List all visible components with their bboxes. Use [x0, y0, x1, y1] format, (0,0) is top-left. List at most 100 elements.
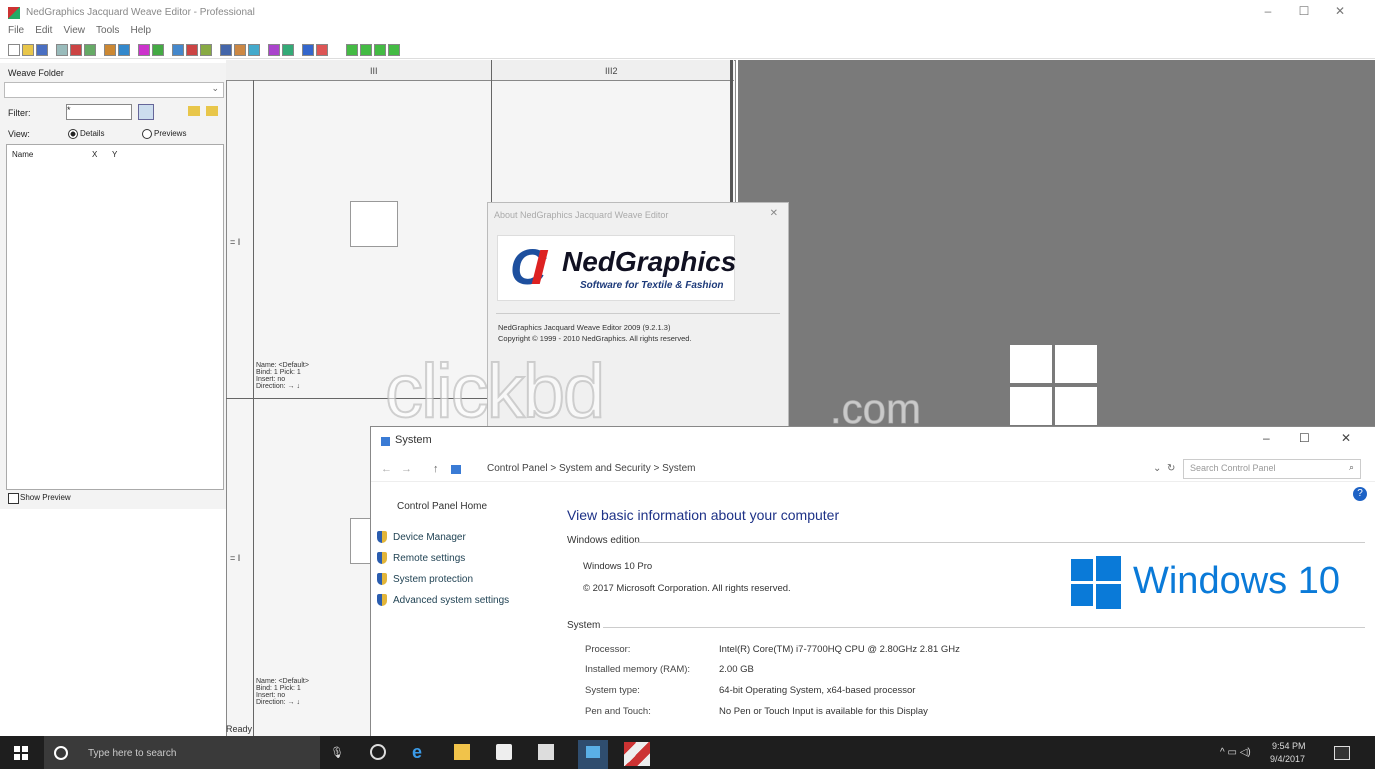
details-radio[interactable] — [68, 129, 78, 139]
microphone-icon[interactable]: 🎙 — [330, 746, 344, 759]
help-icon[interactable]: ? — [1353, 487, 1367, 501]
notification-icon[interactable] — [1334, 746, 1350, 760]
tool-icon[interactable] — [316, 44, 328, 56]
clock-time[interactable]: 9:54 PM — [1272, 741, 1306, 751]
weave-info-line: Direction: → ↓ — [256, 383, 300, 390]
search-control-panel-input[interactable]: Search Control Panel ⌕ — [1183, 459, 1361, 479]
folder-dropdown[interactable]: ⌄ — [4, 82, 224, 98]
save-icon[interactable] — [36, 44, 48, 56]
tool-icon[interactable] — [268, 44, 280, 56]
breadcrumb-control-panel[interactable]: Control Panel — [487, 463, 548, 474]
refresh-icon[interactable]: ↻ — [1167, 463, 1175, 474]
nedgraphics-taskbar-icon[interactable] — [624, 742, 650, 766]
tool-icon[interactable] — [346, 44, 358, 56]
system-minimize-button[interactable]: – — [1263, 431, 1270, 445]
logo-subtitle: Software for Textile & Fashion — [580, 280, 724, 291]
weave-info-line: Insert: no — [256, 692, 286, 699]
processor-value: Intel(R) Core(TM) i7-7700HQ CPU @ 2.80GH… — [719, 644, 960, 655]
forward-arrow-icon[interactable]: → — [401, 463, 412, 475]
windows-logo-pane — [1096, 584, 1121, 609]
menu-help[interactable]: Help — [130, 25, 151, 36]
col-y-header[interactable]: Y — [112, 150, 117, 159]
system-tray-icons[interactable]: ^ ▭ ◁) — [1220, 747, 1251, 758]
copy-icon[interactable] — [84, 44, 96, 56]
new-icon[interactable] — [8, 44, 20, 56]
menu-edit[interactable]: Edit — [35, 25, 52, 36]
control-panel-home-link[interactable]: Control Panel Home — [397, 501, 487, 512]
taskbar-search-input[interactable]: Type here to search 🎙 — [44, 736, 344, 769]
print-icon[interactable] — [56, 44, 68, 56]
search-icon — [54, 746, 68, 760]
system-maximize-button[interactable]: ☐ — [1299, 431, 1310, 445]
weave-info-line: Insert: no — [256, 376, 286, 383]
open-icon[interactable] — [22, 44, 34, 56]
clock-date[interactable]: 9/4/2017 — [1270, 754, 1305, 764]
device-manager-link[interactable]: Device Manager — [393, 532, 466, 543]
nedgraphics-app-icon — [8, 7, 20, 19]
tool-icon[interactable] — [374, 44, 386, 56]
apply-filter-icon[interactable] — [138, 104, 154, 120]
breadcrumb-separator: > — [653, 463, 663, 474]
memory-label: Installed memory (RAM): — [585, 664, 691, 675]
cut-icon[interactable] — [70, 44, 82, 56]
weave-file-list[interactable] — [6, 144, 224, 490]
weave-info-line: Bind: 1 Pick: 1 — [256, 369, 301, 376]
up-arrow-icon[interactable]: ↑ — [433, 463, 439, 475]
divider — [635, 542, 1365, 543]
tool-icon[interactable] — [172, 44, 184, 56]
tool-icon[interactable] — [138, 44, 150, 56]
start-button[interactable] — [14, 746, 28, 760]
tool-icon[interactable] — [118, 44, 130, 56]
menu-file[interactable]: File — [8, 25, 24, 36]
control-panel-taskbar-icon[interactable] — [578, 740, 608, 769]
advanced-system-settings-link[interactable]: Advanced system settings — [393, 595, 509, 606]
col-name-header[interactable]: Name — [12, 150, 33, 159]
edge-browser-icon[interactable]: e — [412, 743, 428, 761]
maximize-button[interactable]: ☐ — [1286, 4, 1322, 22]
microsoft-copyright: © 2017 Microsoft Corporation. All rights… — [583, 583, 791, 594]
weave-info-line: Name: <Default> — [256, 362, 309, 369]
menu-view[interactable]: View — [63, 25, 85, 36]
tool-icon[interactable] — [360, 44, 372, 56]
control-panel-icon — [451, 465, 461, 474]
pen-touch-value: No Pen or Touch Input is available for t… — [719, 706, 928, 717]
grid-column-header — [226, 60, 734, 81]
previews-radio[interactable] — [142, 129, 152, 139]
tool-icon[interactable] — [220, 44, 232, 56]
folder-icon[interactable] — [188, 106, 200, 116]
weave-pattern-cell[interactable] — [350, 201, 398, 247]
system-protection-link[interactable]: System protection — [393, 574, 473, 585]
chevron-down-icon[interactable]: ⌄ — [1153, 463, 1161, 474]
close-button[interactable]: ✕ — [1322, 4, 1358, 22]
tool-icon[interactable] — [104, 44, 116, 56]
mail-icon[interactable] — [538, 744, 554, 760]
details-label: Details — [80, 129, 105, 138]
tool-icon[interactable] — [152, 44, 164, 56]
tool-icon[interactable] — [302, 44, 314, 56]
tool-icon[interactable] — [200, 44, 212, 56]
store-icon[interactable] — [496, 744, 512, 760]
search-placeholder: Search Control Panel — [1190, 463, 1276, 473]
tool-icon[interactable] — [388, 44, 400, 56]
minimize-button[interactable]: – — [1250, 4, 1286, 22]
tool-icon[interactable] — [248, 44, 260, 56]
breadcrumb-system[interactable]: System — [662, 463, 695, 474]
menu-tools[interactable]: Tools — [96, 25, 119, 36]
divider — [496, 313, 780, 314]
remote-settings-link[interactable]: Remote settings — [393, 553, 465, 564]
tool-icon[interactable] — [186, 44, 198, 56]
filter-input[interactable]: * — [66, 104, 132, 120]
breadcrumb-system-security[interactable]: System and Security — [559, 463, 651, 474]
search-placeholder: Type here to search — [88, 748, 177, 759]
about-close-button[interactable]: ✕ — [770, 208, 778, 219]
tool-icon[interactable] — [282, 44, 294, 56]
col-x-header[interactable]: X — [92, 150, 97, 159]
file-explorer-icon[interactable] — [454, 744, 470, 760]
tool-icon[interactable] — [234, 44, 246, 56]
show-preview-checkbox[interactable] — [8, 493, 19, 504]
windows-logo-pane — [1096, 556, 1121, 581]
task-view-icon[interactable] — [370, 744, 386, 760]
back-arrow-icon[interactable]: ← — [381, 463, 392, 475]
system-close-button[interactable]: ✕ — [1341, 431, 1351, 445]
folder-up-icon[interactable] — [206, 106, 218, 116]
